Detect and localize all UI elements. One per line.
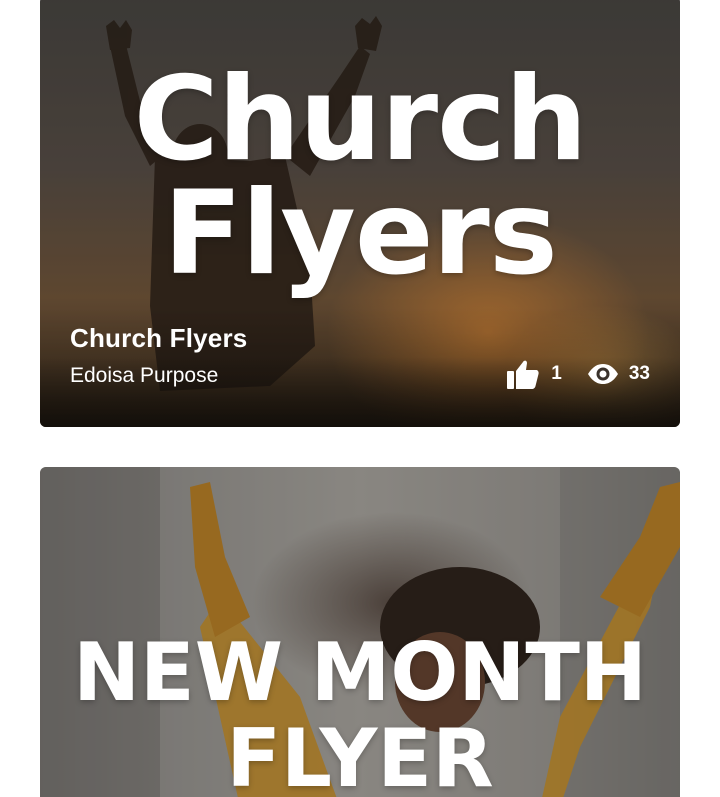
card-stats: 1 33 xyxy=(507,359,650,389)
card-author[interactable]: Edoisa Purpose xyxy=(70,364,218,388)
flyer-feed: Church Flyers Church Flyers Edoisa Purpo… xyxy=(0,0,720,797)
flyer-card-church-flyers[interactable]: Church Flyers Church Flyers Edoisa Purpo… xyxy=(40,0,680,427)
flyer-card-new-month[interactable]: NEW MONTH FLYER xyxy=(40,467,680,797)
thumbs-up-icon[interactable] xyxy=(507,359,551,389)
views-stat: 33 xyxy=(587,363,650,385)
view-count: 33 xyxy=(628,363,650,384)
flyer-headline-line1: NEW MONTH xyxy=(73,626,647,719)
like-count: 1 xyxy=(551,363,562,384)
like-stat[interactable]: 1 xyxy=(507,359,562,389)
flyer-headline-line2: Flyers xyxy=(163,166,558,301)
flyer-headline-line1: Church xyxy=(133,52,588,187)
eye-icon xyxy=(587,363,629,385)
card-title[interactable]: Church Flyers xyxy=(70,323,247,354)
flyer-headline-line2: FLYER xyxy=(226,712,494,797)
